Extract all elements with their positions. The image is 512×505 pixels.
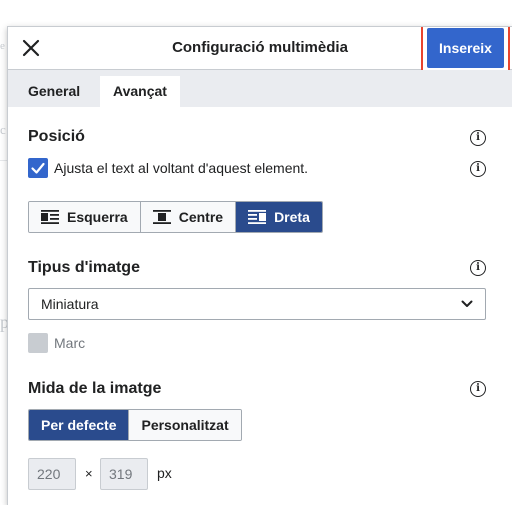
info-icon[interactable]: i	[470, 260, 486, 276]
checkmark-icon	[31, 162, 45, 174]
dialog-header: Configuració multimèdia Insereix	[8, 27, 512, 74]
background-fragment: e	[0, 40, 5, 52]
info-icon[interactable]: i	[470, 161, 486, 177]
size-custom-button[interactable]: Personalitzat	[129, 410, 241, 440]
image-type-title: Tipus d'imatge	[28, 259, 140, 276]
image-type-select[interactable]: Miniatura	[28, 288, 486, 320]
tab-general[interactable]: General	[15, 76, 93, 107]
align-left-button[interactable]: Esquerra	[29, 202, 141, 232]
media-settings-dialog: Configuració multimèdia Insereix General…	[7, 26, 512, 505]
size-button-group: Per defecte Personalitzat	[28, 409, 242, 441]
align-left-label: Esquerra	[67, 209, 128, 225]
wrap-text-label: Ajusta el text al voltant d'aquest eleme…	[54, 160, 309, 176]
align-right-icon	[248, 210, 267, 224]
tab-bar: General Avançat	[8, 70, 512, 107]
insert-button[interactable]: Insereix	[427, 28, 504, 68]
insert-highlight: Insereix	[421, 27, 510, 74]
info-icon[interactable]: i	[470, 130, 486, 146]
align-right-button[interactable]: Dreta	[236, 202, 322, 232]
align-center-label: Centre	[178, 209, 224, 225]
position-title: Posició	[28, 128, 85, 145]
custom-size-inputs: 220 × 319 px	[28, 458, 228, 490]
align-center-icon	[152, 210, 171, 224]
align-right-label: Dreta	[274, 209, 310, 225]
align-left-icon	[41, 210, 59, 224]
background-divider	[0, 160, 7, 161]
image-size-title: Mida de la imatge	[28, 380, 162, 397]
frame-checkbox[interactable]	[28, 333, 48, 353]
alignment-button-group: Esquerra Centre Dreta	[28, 201, 323, 233]
chevron-down-icon	[461, 300, 473, 307]
tab-advanced[interactable]: Avançat	[100, 76, 180, 107]
size-separator: ×	[85, 466, 93, 481]
width-input[interactable]: 220	[28, 458, 76, 490]
image-type-value: Miniatura	[41, 296, 99, 312]
wrap-text-checkbox[interactable]	[28, 158, 48, 178]
size-default-button[interactable]: Per defecte	[29, 410, 130, 440]
advanced-panel: Posició i Ajusta el text al voltant d'aq…	[8, 108, 512, 505]
info-icon[interactable]: i	[470, 381, 486, 397]
align-center-button[interactable]: Centre	[140, 202, 237, 232]
background-fragment: c	[0, 122, 6, 137]
size-unit: px	[157, 465, 172, 481]
frame-label: Marc	[54, 335, 86, 351]
height-input[interactable]: 319	[100, 458, 148, 490]
